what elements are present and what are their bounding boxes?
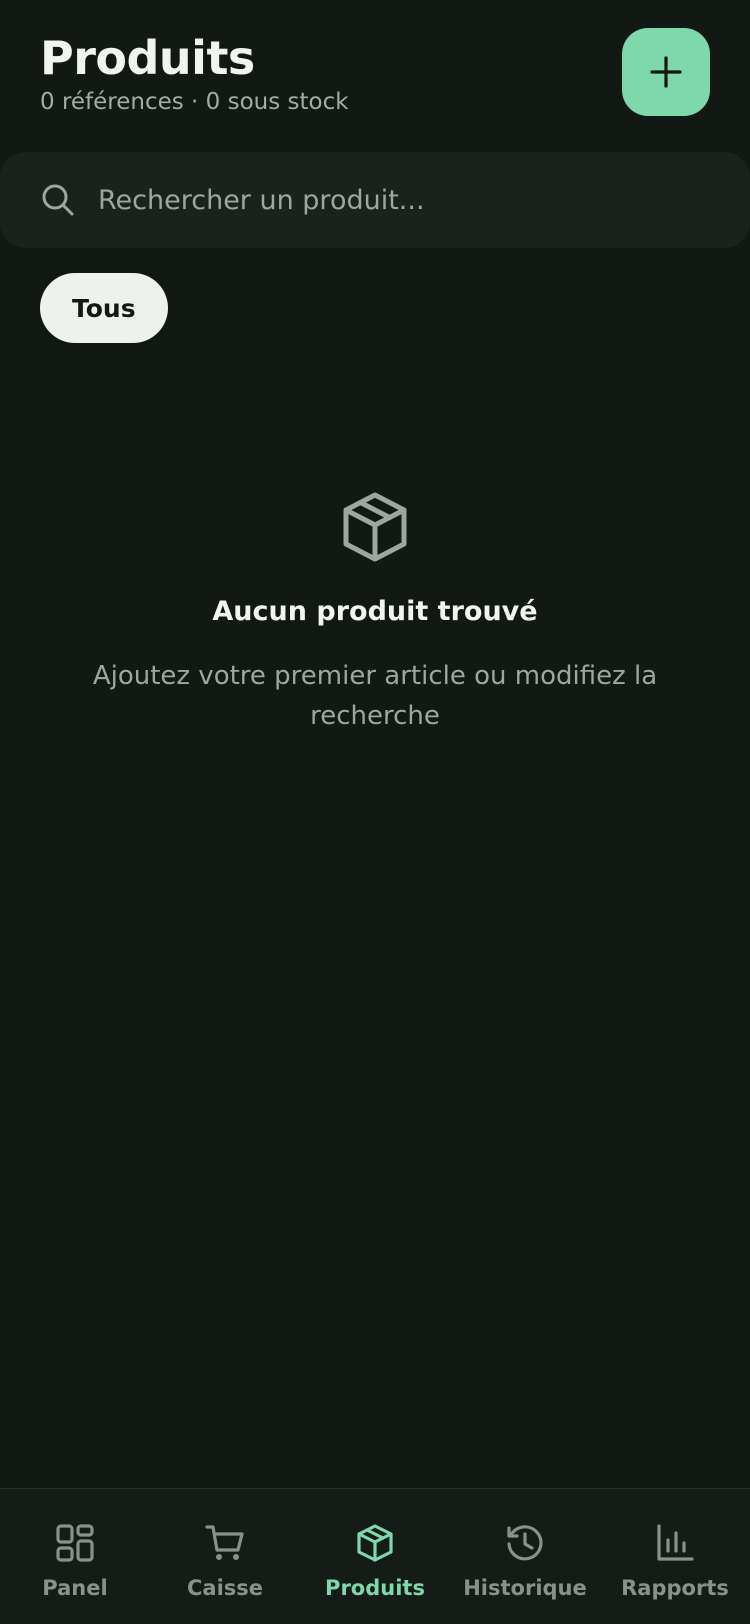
filter-chip-all[interactable]: Tous [40,273,168,343]
nav-item-produits[interactable]: Produits [300,1489,450,1624]
empty-state-text: Ajoutez votre premier article ou modifie… [92,661,658,731]
nav-label-rapports: Rapports [621,1576,729,1600]
bar-chart-icon [657,1524,694,1561]
empty-state: Aucun produit trouvé Ajoutez votre premi… [0,488,750,736]
nav-label-historique: Historique [463,1576,587,1600]
nav-label-produits: Produits [325,1576,425,1600]
nav-label-panel: Panel [42,1576,108,1600]
page-title: Produits [40,31,255,85]
bottom-navigation: Panel Caisse Produits Historique Rapport… [0,1488,750,1624]
nav-label-caisse: Caisse [186,1576,264,1600]
dashboard-icon [56,1524,94,1562]
nav-item-historique[interactable]: Historique [450,1489,600,1624]
box-icon [343,492,407,562]
nav-item-rapports[interactable]: Rapports [600,1489,750,1624]
cart-icon [205,1525,244,1560]
nav-item-panel[interactable]: Panel [0,1489,150,1624]
add-product-button[interactable] [622,28,710,116]
search-icon [42,184,74,216]
search-input[interactable] [96,174,696,226]
nav-item-caisse[interactable]: Caisse [150,1489,300,1624]
page-subtitle: 0 références · 0 sous stock [40,89,349,115]
page-header: Produits 0 références · 0 sous stock [40,28,710,120]
products-screen: Produits 0 références · 0 sous stock Tou… [0,0,750,1624]
history-icon [507,1525,543,1561]
plus-icon [650,56,682,88]
empty-state-title: Aucun produit trouvé [212,596,538,627]
search-bar[interactable] [0,152,750,248]
box-icon [357,1524,393,1562]
